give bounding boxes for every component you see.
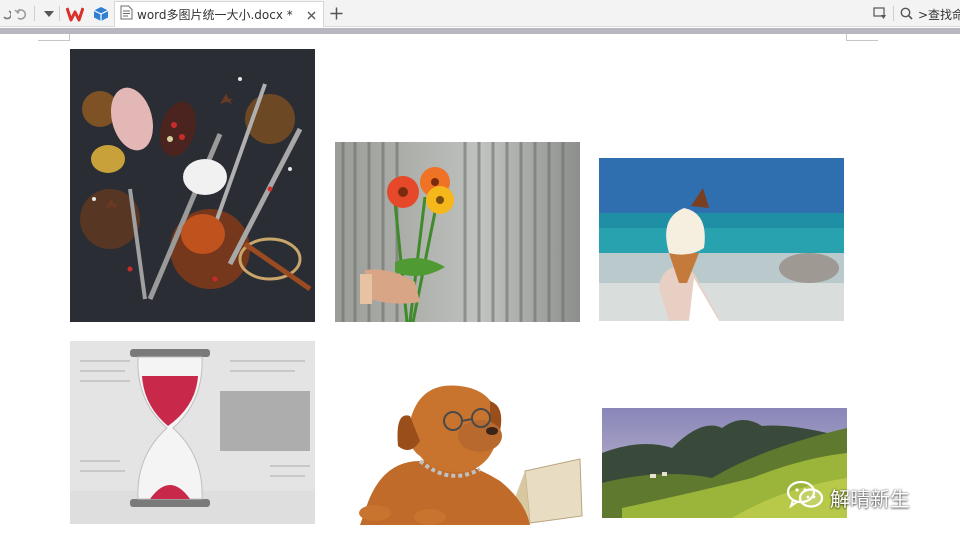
watermark-text: 解晴新生 (830, 486, 910, 511)
page-corner-mark-left (38, 40, 70, 41)
watermark: 解晴新生 (786, 480, 910, 514)
redo-icon[interactable] (12, 0, 30, 27)
ribbon-strip (0, 28, 960, 34)
search-icon[interactable] (897, 0, 915, 27)
title-bar: word多图片统一大小.docx * >查找命 (0, 0, 960, 27)
undo-icon[interactable] (0, 0, 12, 27)
dog-image[interactable] (340, 361, 585, 525)
flowers-image[interactable] (335, 142, 580, 322)
wechat-icon (786, 480, 824, 514)
spices-image[interactable] (70, 49, 315, 322)
new-tab-icon[interactable] (326, 0, 346, 27)
document-tab[interactable]: word多图片统一大小.docx * (114, 1, 324, 27)
find-command-label[interactable]: >查找命 (918, 6, 960, 23)
wps-logo-icon[interactable] (64, 0, 86, 27)
customize-dropdown-icon[interactable] (40, 0, 58, 27)
page-corner-mark-right (846, 40, 878, 41)
close-tab-icon[interactable] (303, 7, 319, 23)
tab-list-icon[interactable] (870, 0, 890, 27)
document-icon (120, 5, 133, 24)
hourglass-image[interactable] (70, 341, 315, 524)
document-tab-title: word多图片统一大小.docx * (137, 8, 293, 22)
ice-cream-image[interactable] (599, 158, 844, 321)
cube-app-icon[interactable] (90, 0, 112, 27)
